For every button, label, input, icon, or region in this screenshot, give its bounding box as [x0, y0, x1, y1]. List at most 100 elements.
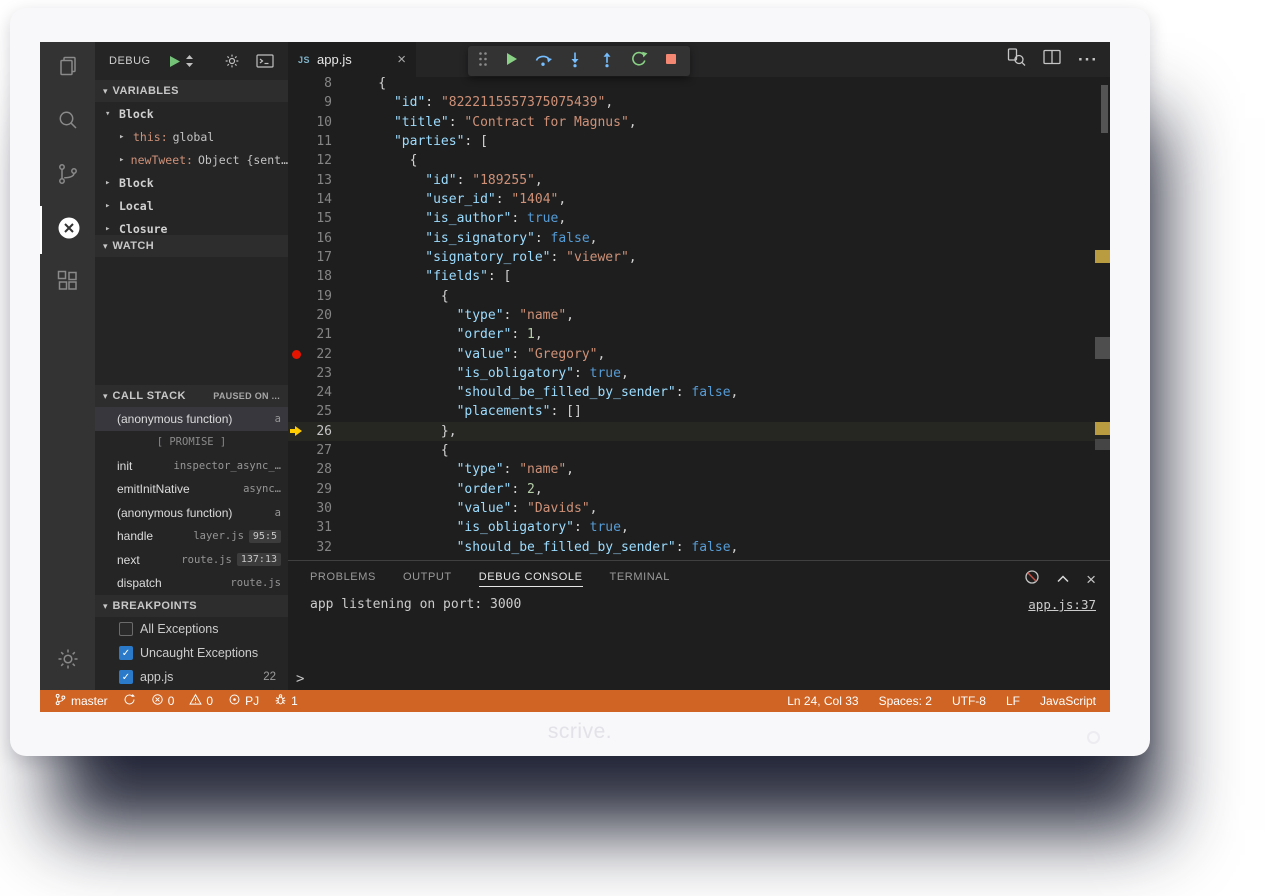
- code-text[interactable]: "is_obligatory": true,: [332, 520, 629, 535]
- activity-item-extensions[interactable]: [40, 259, 95, 307]
- line-number[interactable]: 16: [304, 231, 332, 246]
- line-number[interactable]: 29: [304, 482, 332, 497]
- activity-item-search[interactable]: [40, 98, 95, 146]
- cursor-position[interactable]: Ln 24, Col 33: [787, 694, 858, 708]
- callstack-frame[interactable]: initinspector_async_…: [95, 454, 288, 478]
- pj-status[interactable]: PJ: [228, 693, 259, 709]
- code-text[interactable]: "id": "8222115557375075439",: [332, 95, 613, 110]
- line-number[interactable]: 25: [304, 404, 332, 419]
- debug-count-status[interactable]: 1: [274, 693, 298, 709]
- gutter-margin[interactable]: [288, 426, 304, 436]
- breakpoint-row[interactable]: ✓Uncaught Exceptions: [95, 641, 288, 665]
- line-number[interactable]: 32: [304, 540, 332, 555]
- close-panel-icon[interactable]: ×: [1086, 571, 1096, 588]
- line-number[interactable]: 22: [304, 347, 332, 362]
- tab-problems[interactable]: PROBLEMS: [310, 567, 376, 586]
- line-number[interactable]: 13: [304, 173, 332, 188]
- branch-status[interactable]: master: [54, 693, 108, 709]
- line-number[interactable]: 27: [304, 443, 332, 458]
- start-debug-button[interactable]: [167, 54, 181, 69]
- callstack-frame[interactable]: emitInitNativeasync…: [95, 478, 288, 502]
- line-number[interactable]: 31: [304, 520, 332, 535]
- code-text[interactable]: "value": "Davids",: [332, 501, 597, 516]
- line-number[interactable]: 14: [304, 192, 332, 207]
- code-text[interactable]: "user_id": "1404",: [332, 192, 566, 207]
- breakpoint-checkbox[interactable]: [119, 622, 133, 636]
- twisty-icon[interactable]: ▾: [105, 109, 114, 119]
- line-number[interactable]: 30: [304, 501, 332, 516]
- breakpoint-row[interactable]: ✓app.js22: [95, 665, 288, 689]
- variable-row[interactable]: ▸Block: [95, 171, 288, 194]
- restart-icon[interactable]: [630, 50, 648, 73]
- tab-terminal[interactable]: TERMINAL: [610, 567, 670, 586]
- indentation-setting[interactable]: Spaces: 2: [879, 694, 932, 708]
- twisty-icon[interactable]: ▸: [119, 132, 128, 142]
- tab-output[interactable]: OUTPUT: [403, 567, 452, 586]
- code-text[interactable]: {: [332, 289, 449, 304]
- stop-icon[interactable]: [662, 50, 680, 73]
- debug-settings-gear-icon[interactable]: [224, 53, 240, 69]
- section-watch-header[interactable]: ▾ WATCH: [95, 235, 288, 257]
- breakpoint-checkbox[interactable]: ✓: [119, 646, 133, 660]
- code-text[interactable]: "type": "name",: [332, 462, 574, 477]
- warning-status[interactable]: 0: [189, 693, 213, 709]
- twisty-icon[interactable]: ▸: [119, 155, 126, 165]
- step-into-icon[interactable]: [566, 50, 584, 73]
- tab-debug-console[interactable]: DEBUG CONSOLE: [479, 567, 583, 587]
- tab-appjs[interactable]: JS app.js ×: [288, 42, 416, 77]
- close-icon[interactable]: ×: [397, 52, 406, 67]
- more-actions-icon[interactable]: ···: [1078, 51, 1098, 68]
- maximize-panel-icon[interactable]: [1056, 571, 1070, 589]
- step-over-icon[interactable]: [534, 50, 552, 73]
- callstack-frame[interactable]: (anonymous function)a: [95, 501, 288, 525]
- language-mode[interactable]: JavaScript: [1040, 694, 1096, 708]
- twisty-icon[interactable]: ▸: [105, 224, 114, 234]
- line-number[interactable]: 9: [304, 95, 332, 110]
- find-in-file-icon[interactable]: [1006, 47, 1026, 72]
- code-text[interactable]: "type": "name",: [332, 308, 574, 323]
- line-number[interactable]: 10: [304, 115, 332, 130]
- code-text[interactable]: "signatory_role": "viewer",: [332, 250, 637, 265]
- overview-ruler[interactable]: [1095, 77, 1110, 560]
- activity-item-settings[interactable]: [40, 637, 95, 685]
- line-number[interactable]: 28: [304, 462, 332, 477]
- sync-button[interactable]: [123, 693, 136, 709]
- activity-item-explorer[interactable]: [40, 44, 95, 92]
- clear-console-icon[interactable]: [1024, 569, 1040, 590]
- callstack-frame[interactable]: handlelayer.js95:5: [95, 525, 288, 549]
- code-text[interactable]: "parties": [: [332, 134, 488, 149]
- eol-setting[interactable]: LF: [1006, 694, 1020, 708]
- variable-row[interactable]: ▸newTweet:Object {sent…: [95, 148, 288, 171]
- split-editor-icon[interactable]: [1042, 48, 1062, 71]
- line-number[interactable]: 11: [304, 134, 332, 149]
- code-text[interactable]: "placements": []: [332, 404, 582, 419]
- toolbar-drag-handle[interactable]: [478, 51, 488, 72]
- variable-row[interactable]: ▸this:global: [95, 125, 288, 148]
- code-text[interactable]: "is_author": true,: [332, 211, 566, 226]
- variable-row[interactable]: ▸Closure: [95, 217, 288, 235]
- line-number[interactable]: 18: [304, 269, 332, 284]
- code-text[interactable]: "should_be_filled_by_sender": false,: [332, 385, 738, 400]
- code-text[interactable]: "is_obligatory": true,: [332, 366, 629, 381]
- code-text[interactable]: "fields": [: [332, 269, 511, 284]
- line-number[interactable]: 20: [304, 308, 332, 323]
- breakpoint-checkbox[interactable]: ✓: [119, 670, 133, 684]
- gutter-margin[interactable]: [288, 350, 304, 359]
- code-text[interactable]: "order": 1,: [332, 327, 543, 342]
- step-out-icon[interactable]: [598, 50, 616, 73]
- code-text[interactable]: "value": "Gregory",: [332, 347, 605, 362]
- line-number[interactable]: 26: [304, 424, 332, 439]
- launch-config-dropdown[interactable]: [185, 54, 194, 68]
- callstack-frame[interactable]: nextroute.js137:13: [95, 548, 288, 572]
- error-status[interactable]: 0: [151, 693, 175, 709]
- code-text[interactable]: "title": "Contract for Magnus",: [332, 115, 637, 130]
- line-number[interactable]: 24: [304, 385, 332, 400]
- continue-icon[interactable]: [502, 50, 520, 73]
- line-number[interactable]: 19: [304, 289, 332, 304]
- variable-row[interactable]: ▾Block: [95, 102, 288, 125]
- section-variables-header[interactable]: ▾ VARIABLES: [95, 80, 288, 102]
- line-number[interactable]: 21: [304, 327, 332, 342]
- open-debug-console-icon[interactable]: [256, 54, 274, 68]
- breakpoint-row[interactable]: All Exceptions: [95, 617, 288, 641]
- activity-item-source-control[interactable]: [40, 152, 95, 200]
